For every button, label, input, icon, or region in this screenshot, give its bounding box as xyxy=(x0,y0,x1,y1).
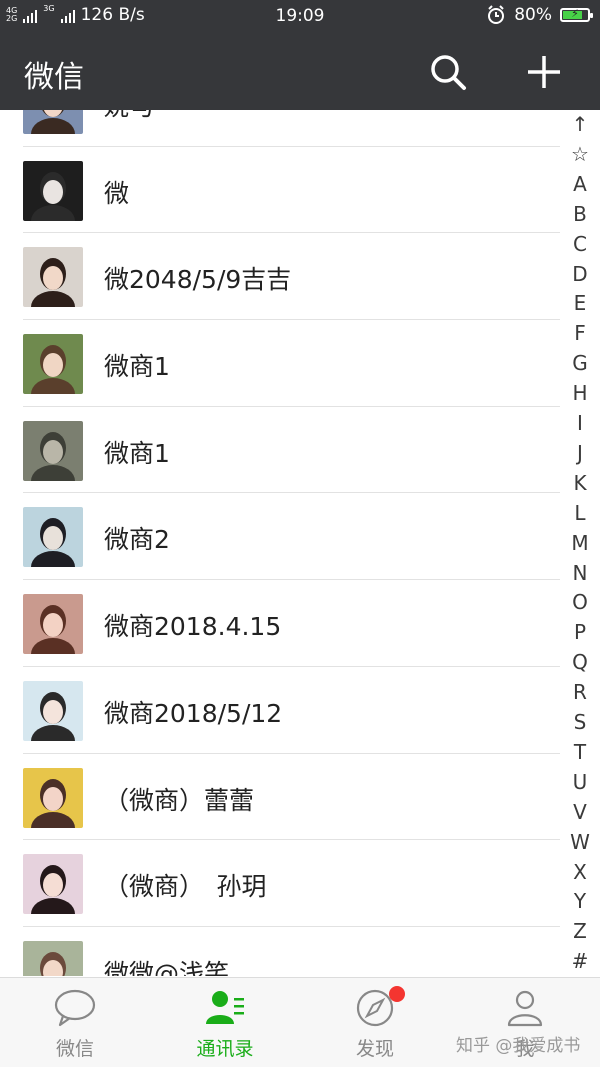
alphabet-index[interactable]: ↑ ☆ A B C D E F G H I J K L M N O P Q R S T U V W X Y Z # xyxy=(562,110,598,976)
contact-list-inner: 姚勻微微2048/5/9吉吉微商1 微商1 微商2 微商2018.4.15 微商2018… xyxy=(0,110,560,976)
contact-row[interactable]: 微商1 xyxy=(0,320,560,407)
avatar xyxy=(23,940,83,976)
plus-icon xyxy=(528,56,560,88)
charging-icon: ⚡ xyxy=(571,7,579,20)
status-right: 80% ⚡ xyxy=(486,5,593,25)
index-letter[interactable]: X xyxy=(562,860,598,884)
battery-icon: ⚡ xyxy=(560,7,593,22)
tab-chats[interactable]: 微信 xyxy=(0,978,150,1068)
index-letter[interactable]: Z xyxy=(562,919,598,943)
index-letter[interactable]: J xyxy=(562,441,598,465)
index-letter[interactable]: ↑ xyxy=(562,112,598,136)
contact-name: （微商） 孙玥 xyxy=(104,872,267,902)
index-letter[interactable]: S xyxy=(562,710,598,734)
alarm-icon xyxy=(488,5,505,24)
contact-name: 微商1 xyxy=(104,438,170,468)
contact-row[interactable]: 微 xyxy=(0,147,560,234)
index-letter[interactable]: H xyxy=(562,381,598,405)
contact-row[interactable]: 微商2 xyxy=(0,493,560,581)
index-letter[interactable]: R xyxy=(562,680,598,704)
add-button[interactable] xyxy=(524,52,564,92)
contact-name: 微商2018/5/12 xyxy=(104,698,283,728)
index-letter[interactable]: W xyxy=(562,830,598,854)
tab-contacts[interactable]: 通讯录 xyxy=(150,978,300,1068)
contact-row[interactable]: 姚勻 xyxy=(0,110,560,147)
index-letter[interactable]: A xyxy=(562,172,598,196)
tab-label: 发现 xyxy=(355,1038,394,1060)
tab-label: 微信 xyxy=(55,1038,94,1060)
index-letter[interactable]: Y xyxy=(562,889,598,913)
avatar xyxy=(23,420,83,481)
page-title: 微信 xyxy=(24,60,84,95)
tab-label: 通讯录 xyxy=(196,1038,254,1060)
index-letter[interactable]: K xyxy=(562,471,598,495)
contact-row[interactable]: 微微@浅笑 xyxy=(0,927,560,976)
avatar xyxy=(23,594,83,655)
contact-row[interactable]: （微商） 孙玥 xyxy=(0,840,560,927)
avatar xyxy=(23,247,83,308)
contact-name: 微商2018.4.15 xyxy=(104,612,282,642)
avatar xyxy=(23,767,83,828)
discover-badge xyxy=(389,986,405,1002)
index-letter[interactable]: I xyxy=(562,411,598,435)
contact-name: 微微@浅笑 xyxy=(104,958,230,976)
index-letter[interactable]: ☆ xyxy=(562,142,598,166)
contact-row[interactable]: 微商1 xyxy=(0,407,560,494)
avatar xyxy=(23,334,83,395)
index-letter[interactable]: O xyxy=(562,590,598,614)
index-letter[interactable]: C xyxy=(562,232,598,256)
contact-name: 姚勻 xyxy=(104,110,154,123)
contact-row[interactable]: 微商2018.4.15 xyxy=(0,580,560,667)
avatar xyxy=(23,507,83,568)
index-letter[interactable]: Q xyxy=(562,650,598,674)
title-bar: 微信 xyxy=(0,32,600,110)
person-icon xyxy=(507,990,543,1027)
index-letter[interactable]: U xyxy=(562,770,598,794)
index-letter[interactable]: F xyxy=(562,321,598,345)
contact-list[interactable]: 姚勻微微2048/5/9吉吉微商1 微商1 微商2 微商2018.4.15 微商2018… xyxy=(0,110,560,976)
avatar xyxy=(23,680,83,741)
contact-row[interactable]: 微2048/5/9吉吉 xyxy=(0,233,560,321)
avatar xyxy=(23,854,83,915)
index-letter[interactable]: B xyxy=(562,202,598,226)
status-bar: 4G 2G 3G 126 B/s 19:09 80% ⚡ xyxy=(0,0,600,32)
avatar xyxy=(23,110,83,134)
index-letter[interactable]: T xyxy=(562,740,598,764)
index-letter[interactable]: D xyxy=(562,262,598,286)
chat-bubble-icon xyxy=(54,989,96,1027)
index-letter[interactable]: # xyxy=(562,949,598,973)
contact-row[interactable]: 微商2018/5/12 xyxy=(0,667,560,754)
index-letter[interactable]: N xyxy=(562,561,598,585)
index-letter[interactable]: L xyxy=(562,501,598,525)
search-icon xyxy=(431,55,466,90)
index-letter[interactable]: G xyxy=(562,351,598,375)
avatar xyxy=(23,160,83,221)
contact-name: 微商2 xyxy=(104,525,170,555)
index-letter[interactable]: V xyxy=(562,800,598,824)
battery-percent: 80% xyxy=(514,5,552,25)
contact-name: 微2048/5/9吉吉 xyxy=(104,265,292,295)
tab-discover[interactable]: 发现 xyxy=(300,978,450,1068)
contacts-icon xyxy=(206,991,244,1024)
contact-row[interactable]: （微商）蕾蕾 xyxy=(0,754,560,841)
contact-name: 微商1 xyxy=(104,352,170,382)
index-letter[interactable]: P xyxy=(562,620,598,644)
contact-name: （微商）蕾蕾 xyxy=(104,785,255,815)
index-letter[interactable]: E xyxy=(562,291,598,315)
watermark: 知乎 @我爱成书 xyxy=(456,1036,581,1056)
search-button[interactable] xyxy=(428,52,468,92)
contact-name: 微 xyxy=(104,178,130,208)
index-letter[interactable]: M xyxy=(562,531,598,555)
